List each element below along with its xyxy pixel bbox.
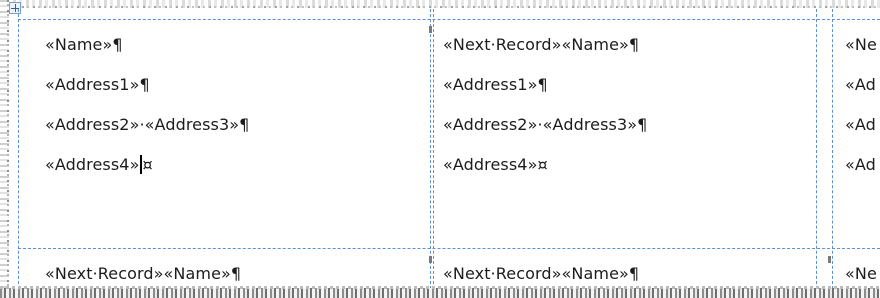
merge-field-line-name[interactable]: «Name»¶: [45, 34, 123, 56]
merge-field-line-next-record-name[interactable]: «Next·Record»«Name»¶: [443, 34, 639, 56]
label-cell-r1c2[interactable]: «Next·Record»«Name»¶ «Address1»¶ «Addres…: [443, 30, 813, 190]
table-gridline-row-divider: [18, 248, 880, 249]
document-page: «Name»¶ «Address1»¶ «Address2»·«Address3…: [0, 0, 880, 298]
label-cell-r2c1[interactable]: «Next·Record»«Name»¶: [45, 260, 425, 288]
merge-field-line-next-record-name[interactable]: «Ne: [845, 34, 877, 56]
table-gridline-top: [18, 19, 880, 20]
merge-field-line-address1[interactable]: «Ad: [845, 74, 876, 96]
merge-field-address4-text[interactable]: «Address4»: [45, 155, 139, 174]
end-of-cell-marker: [429, 256, 432, 263]
table-gridline-col2-left: [433, 9, 434, 289]
merge-field-line-address2-3[interactable]: «Address2»·«Address3»¶: [45, 114, 249, 136]
label-cell-r1c1[interactable]: «Name»¶ «Address1»¶ «Address2»·«Address3…: [45, 30, 425, 190]
table-gridline-col3-left: [832, 9, 833, 289]
merge-field-line-address2-3[interactable]: «Address2»·«Address3»¶: [443, 114, 647, 136]
table-gridline-col2-right: [816, 9, 817, 289]
torn-edge-top: [0, 0, 880, 8]
merge-field-line-address1[interactable]: «Address1»¶: [45, 74, 150, 96]
merge-field-line-address4[interactable]: «Address4»¤: [443, 154, 548, 176]
table-gridline-col1-right: [430, 9, 431, 289]
merge-field-line-address1[interactable]: «Address1»¶: [443, 74, 548, 96]
merge-field-line-next-record-name[interactable]: «Next·Record»«Name»¶: [45, 263, 241, 285]
torn-edge-left: [0, 0, 9, 298]
merge-field-line-address4[interactable]: «Address4»¤: [45, 154, 153, 176]
merge-field-line-address2-3[interactable]: «Ad: [845, 114, 876, 136]
end-of-cell-mark: ¤: [142, 155, 153, 174]
merge-field-line-next-record-name[interactable]: «Next·Record»«Name»¶: [443, 263, 639, 285]
merge-field-line-next-record-name[interactable]: «Ne: [845, 263, 877, 285]
label-cell-r2c2[interactable]: «Next·Record»«Name»¶: [443, 260, 813, 288]
torn-edge-bottom: [0, 286, 880, 298]
merge-field-line-address4[interactable]: «Ad: [845, 154, 876, 176]
table-move-handle-icon[interactable]: [9, 2, 21, 14]
end-of-cell-marker: [828, 256, 831, 263]
end-of-cell-marker: [429, 26, 432, 33]
label-cell-r1c3[interactable]: «Ne «Ad «Ad «Ad: [845, 30, 880, 190]
label-cell-r2c3[interactable]: «Ne: [845, 260, 880, 288]
table-gridline-left: [18, 9, 19, 289]
